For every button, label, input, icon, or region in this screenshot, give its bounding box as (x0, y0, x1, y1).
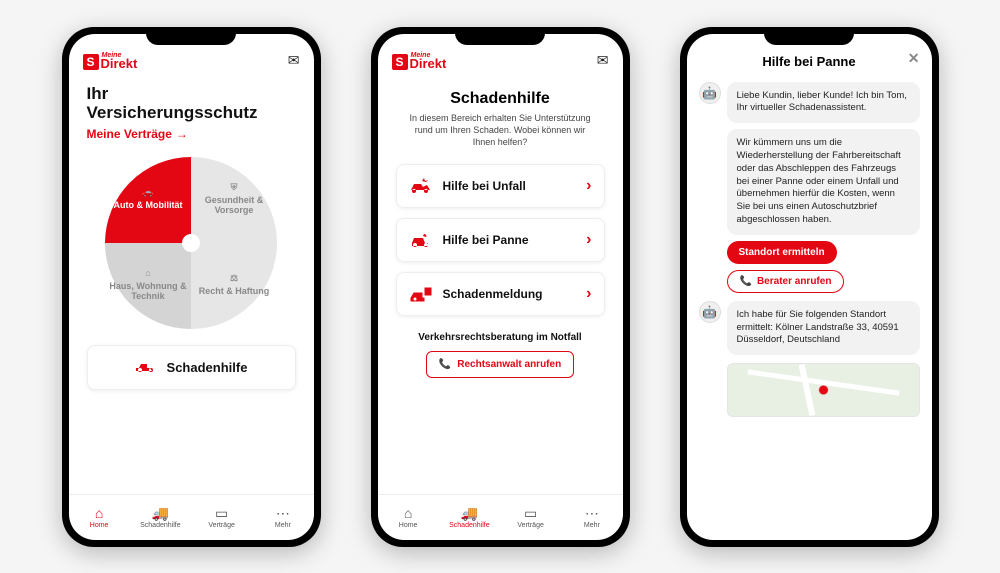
tab-mehr[interactable]: ⋯ Mehr (252, 495, 313, 540)
brand-logo[interactable]: S Meine Direkt (83, 52, 138, 70)
chat-message: Liebe Kundin, lieber Kunde! Ich bin Tom,… (727, 82, 920, 124)
more-icon: ⋯ (585, 506, 599, 520)
car-icon: 🚗 (142, 188, 153, 198)
schadenhilfe-button[interactable]: Schadenhilfe (87, 345, 296, 390)
brand-logo[interactable]: S Meine Direkt (392, 52, 447, 70)
card-unfall[interactable]: Hilfe bei Unfall › (396, 164, 605, 208)
mail-icon[interactable]: ✉ (597, 52, 609, 69)
phone-frame-3: Hilfe bei Panne ✕ 🤖 Liebe Kundin, lieber… (680, 27, 939, 547)
mail-icon[interactable]: ✉ (288, 52, 300, 69)
document-icon: ▭ (524, 506, 537, 520)
tab-home[interactable]: ⌂ Home (378, 495, 439, 540)
chevron-right-icon: › (586, 177, 591, 195)
page-title: Schadenhilfe (396, 90, 605, 108)
chat-message: Ich habe für Sie folgenden Standort ermi… (727, 301, 920, 355)
phone-frame-2: S Meine Direkt ✉ Schadenhilfe In diesem … (371, 27, 630, 547)
scales-icon: ⚖ (230, 274, 238, 284)
page-title: Ihr Versicherungsschutz (87, 84, 296, 123)
wheel-segment-legal[interactable]: ⚖ Recht & Haftung (191, 243, 277, 329)
subheading: Verkehrsrechtsberatung im Notfall (396, 332, 605, 343)
phone-icon: 📞 (740, 276, 752, 287)
sparkasse-s-icon: S (83, 54, 99, 70)
home-icon: ⌂ (95, 506, 103, 520)
call-lawyer-button[interactable]: 📞 Rechtsanwalt anrufen (426, 351, 574, 378)
app-header: S Meine Direkt ✉ (378, 34, 623, 74)
tab-vertraege[interactable]: ▭ Verträge (500, 495, 561, 540)
wheel-segment-auto[interactable]: 🚗 Auto & Mobilität (105, 157, 191, 243)
chat-header: Hilfe bei Panne ✕ (687, 34, 932, 76)
page-subtitle: In diesem Bereich erhalten Sie Unterstüt… (396, 112, 605, 148)
bot-avatar: 🤖 (699, 82, 721, 104)
chat-message: Wir kümmern uns um die Wiederherstellung… (727, 129, 920, 235)
house-icon: ⌂ (145, 269, 150, 279)
category-wheel: 🚗 Auto & Mobilität ⛨ Gesundheit & Vorsor… (105, 157, 277, 329)
shield-icon: ⛨ (231, 183, 238, 193)
tab-vertraege[interactable]: ▭ Verträge (191, 495, 252, 540)
tab-schadenhilfe[interactable]: 🚚 Schadenhilfe (439, 495, 500, 540)
screen-home: S Meine Direkt ✉ Ihr Versicherungsschutz… (69, 34, 314, 540)
bot-avatar: 🤖 (699, 301, 721, 323)
close-icon[interactable]: ✕ (908, 50, 920, 67)
home-icon: ⌂ (404, 506, 412, 520)
report-icon (409, 286, 433, 302)
tab-home[interactable]: ⌂ Home (69, 495, 130, 540)
wheel-segment-health[interactable]: ⛨ Gesundheit & Vorsorge (191, 157, 277, 243)
tab-bar: ⌂ Home 🚚 Schadenhilfe ▭ Verträge ⋯ Mehr (378, 494, 623, 540)
tow-truck-icon: 🚚 (152, 506, 169, 520)
arrow-right-icon: → (176, 127, 188, 141)
card-panne[interactable]: Hilfe bei Panne › (396, 218, 605, 262)
brand-name: Direkt (101, 56, 138, 71)
crash-icon (409, 178, 433, 194)
location-map[interactable] (727, 363, 920, 417)
document-icon: ▭ (215, 506, 228, 520)
screen-schadenhilfe: S Meine Direkt ✉ Schadenhilfe In diesem … (378, 34, 623, 540)
tow-truck-icon: 🚚 (461, 506, 478, 520)
tow-truck-icon (135, 359, 157, 376)
tab-schadenhilfe[interactable]: 🚚 Schadenhilfe (130, 495, 191, 540)
screen-chat: Hilfe bei Panne ✕ 🤖 Liebe Kundin, lieber… (687, 34, 932, 540)
tab-bar: ⌂ Home 🚚 Schadenhilfe ▭ Verträge ⋯ Mehr (69, 494, 314, 540)
app-header: S Meine Direkt ✉ (69, 34, 314, 74)
tab-mehr[interactable]: ⋯ Mehr (561, 495, 622, 540)
chevron-right-icon: › (586, 231, 591, 249)
breakdown-icon (409, 232, 433, 248)
more-icon: ⋯ (276, 506, 290, 520)
wheel-segment-home[interactable]: ⌂ Haus, Wohnung & Technik (105, 243, 191, 329)
my-contracts-link[interactable]: Meine Verträge→ (87, 127, 188, 141)
chat-title: Hilfe bei Panne (762, 54, 855, 69)
locate-button[interactable]: Standort ermitteln (727, 241, 837, 264)
sparkasse-s-icon: S (392, 54, 408, 70)
card-meldung[interactable]: Schadenmeldung › (396, 272, 605, 316)
phone-icon: 📞 (439, 359, 451, 370)
call-advisor-button[interactable]: 📞 Berater anrufen (727, 270, 845, 293)
chevron-right-icon: › (586, 285, 591, 303)
phone-frame-1: S Meine Direkt ✉ Ihr Versicherungsschutz… (62, 27, 321, 547)
